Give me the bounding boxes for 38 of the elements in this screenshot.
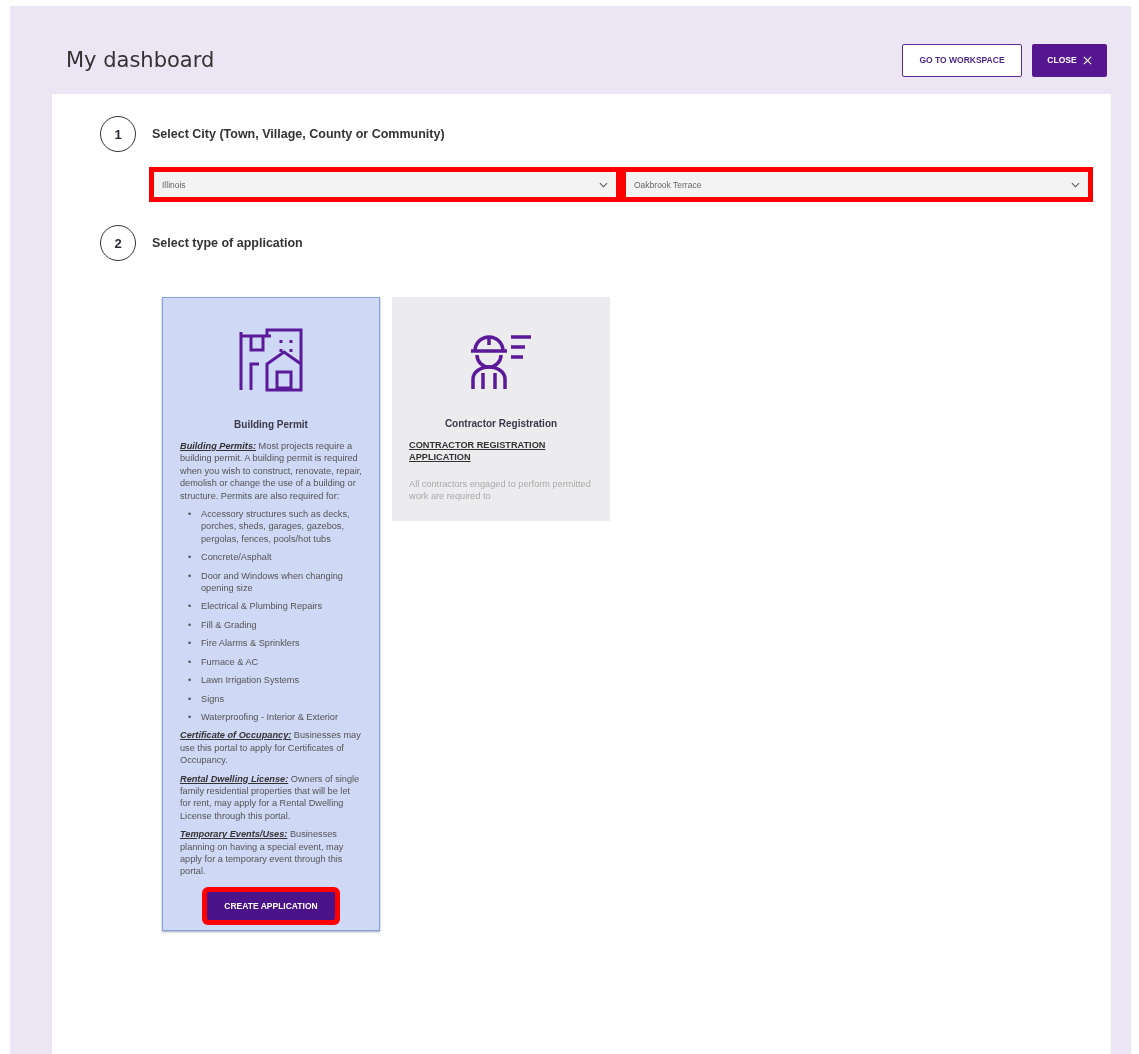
bullet-marker: • [188,551,193,564]
close-icon [1082,55,1092,65]
page-title: My dashboard [66,48,215,72]
list-item: Waterproofing - Interior & Exterior [201,710,339,724]
application-card[interactable] [162,297,380,931]
list-item: Fill & Grading [201,618,258,632]
bullet-marker: • [188,692,193,705]
list-item: Signs [201,692,225,705]
caret-icon [1071,181,1080,188]
bullet-marker: • [188,655,193,669]
caret-icon [599,181,608,188]
workspace-button[interactable]: GO TO WORKSPACE [902,43,1022,77]
description-text: Temporary Events/Uses: Businesses planning on having a special event, may apply for a temporary event through this portal. [180,828,345,878]
list-item: Concrete/Asphalt [201,551,273,564]
list-item: Electrical & Plumbing Repairs [201,600,324,613]
step-title: Select City (Town, Village, County or Community) [152,127,445,141]
list-item: Lawn Irrigation Systems [201,674,301,687]
bullet-marker: • [188,710,193,724]
description-text: Rental Dwelling License: Owners of single family residential properties that will be let for rent, may apply for a Rental Dwelling License through this portal. [180,772,361,823]
list-item: Fire Alarms & Sprinklers [201,637,301,650]
bullet-marker: • [188,600,193,613]
bullet-marker: • [188,569,193,583]
list-item: Furnace & AC [201,655,260,669]
card-title: Contractor Registration [444,418,558,429]
bullet-marker: • [188,674,193,687]
close-button[interactable]: CLOSE [1032,43,1107,77]
application-link[interactable]: CONTRACTOR REGISTRATION APPLICATION [409,439,593,464]
description-text: All contractors engaged to perform permitted work are required to [409,477,592,503]
step-title: Select type of application [152,236,303,250]
description-text: Building Permits: Most projects require a building permit. A building permit is required when you wish to construct, renovate, repair, demolish or change the use of a building or structure. Permits are also required for: [180,440,362,503]
application-card[interactable]: Contractor Registration CONTRACTOR REGISTRATION APPLICATION All contractors engaged to perform permitted work are required to [392,297,610,521]
list-item: Accessory structures such as decks, porches, sheds, garages, gazebos, pergolas, fences, pools/hot tubs [201,508,351,546]
description-text: Certificate of Occupancy: Businesses may use this portal to apply for Certificates of Occupancy. [180,729,362,767]
bullet-marker: • [188,618,193,632]
bullet-marker: • [188,508,193,522]
bullet-marker: • [188,637,193,650]
list-item: Door and Windows when changing opening size [201,569,344,595]
card-title: Building Permit [234,419,308,430]
